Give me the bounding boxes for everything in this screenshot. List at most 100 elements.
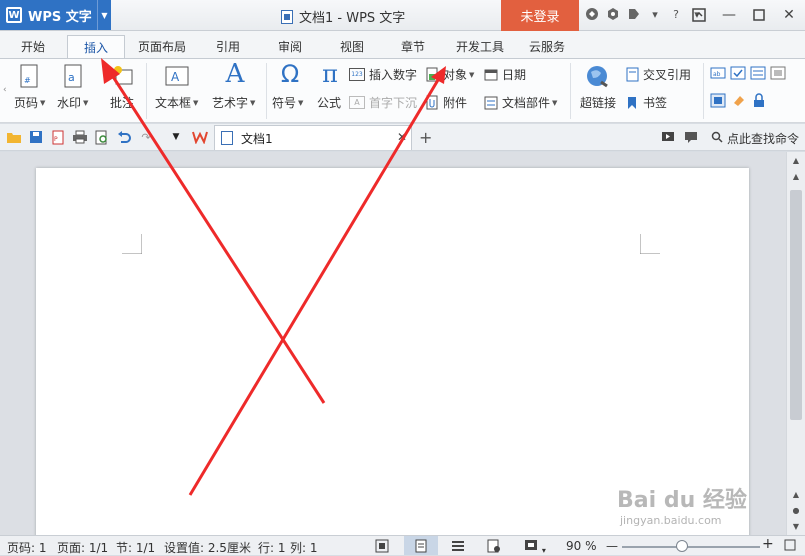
- date-button[interactable]: 日期: [483, 66, 526, 83]
- chevron-down-icon[interactable]: ▼: [168, 129, 184, 145]
- scroll-up-icon[interactable]: ▲: [790, 170, 802, 182]
- wps-home-icon[interactable]: [192, 129, 208, 145]
- symbol-label: 符号: [272, 96, 297, 110]
- comment-icon-wrap[interactable]: [110, 64, 136, 90]
- save-icon[interactable]: [28, 129, 44, 145]
- status-page-num[interactable]: 页码: 1: [7, 539, 47, 556]
- select-browse-object-icon[interactable]: ●: [790, 504, 802, 516]
- previous-page-icon[interactable]: ▲: [790, 488, 802, 500]
- text-box-button[interactable]: 文本框 ▼: [155, 94, 198, 111]
- feedback-icon[interactable]: [683, 129, 699, 145]
- cross-ref-button[interactable]: 交叉引用: [625, 66, 691, 83]
- bookmark-button[interactable]: 书签: [625, 94, 667, 111]
- text-box-icon-wrap[interactable]: A: [164, 64, 190, 90]
- insert-number-button[interactable]: 123 插入数字: [349, 66, 417, 83]
- page-number-icon-wrap[interactable]: #: [16, 64, 42, 90]
- hyperlink-button[interactable]: 超链接: [580, 94, 616, 111]
- formula-icon-wrap[interactable]: π: [317, 60, 343, 88]
- list-field-icon[interactable]: [750, 66, 766, 83]
- next-page-icon[interactable]: ▼: [790, 520, 802, 532]
- page-number-button[interactable]: 页码 ▼: [14, 94, 45, 111]
- export-pdf-icon[interactable]: P: [50, 129, 66, 145]
- art-text-icon-wrap[interactable]: A: [222, 59, 248, 89]
- checkbox-field-icon[interactable]: [730, 66, 746, 83]
- tab-review[interactable]: 审阅: [268, 35, 312, 58]
- restore-ribbon-icon[interactable]: [684, 0, 714, 30]
- tab-developer[interactable]: 开发工具: [450, 35, 510, 58]
- tab-section[interactable]: 章节: [391, 35, 435, 58]
- scroll-thumb[interactable]: [790, 190, 802, 420]
- redo-icon[interactable]: ↷: [138, 129, 154, 145]
- eraser-icon[interactable]: [731, 93, 747, 111]
- symbol-icon-wrap[interactable]: Ω: [277, 60, 303, 88]
- comment-button[interactable]: 批注: [110, 94, 134, 111]
- symbol-button[interactable]: 符号 ▼: [272, 94, 303, 111]
- print-icon[interactable]: [72, 129, 88, 145]
- maximize-icon[interactable]: [744, 0, 774, 30]
- close-icon[interactable]: ✕: [397, 130, 407, 144]
- lock-icon[interactable]: [752, 93, 766, 111]
- full-screen-icon[interactable]: [375, 539, 389, 556]
- settings-icon[interactable]: [606, 6, 620, 22]
- chevron-down-icon[interactable]: ▾: [648, 6, 662, 22]
- help-icon[interactable]: ?: [669, 6, 683, 22]
- open-folder-icon[interactable]: [6, 129, 22, 145]
- zoom-in-icon[interactable]: +: [762, 536, 774, 552]
- image-field-icon[interactable]: [770, 66, 786, 83]
- find-command[interactable]: 点此查找命令: [711, 130, 799, 147]
- hyperlink-icon-wrap[interactable]: [585, 64, 611, 90]
- tab-view[interactable]: 视图: [330, 35, 374, 58]
- object-button[interactable]: 对象 ▼: [425, 66, 474, 83]
- formula-button[interactable]: 公式: [317, 94, 341, 111]
- status-page[interactable]: 页面: 1/1: [57, 539, 108, 556]
- wps-menu-button[interactable]: W WPS 文字 ▼: [0, 0, 111, 30]
- separator: [570, 63, 571, 119]
- tab-cloud[interactable]: 云服务: [523, 35, 571, 58]
- login-button[interactable]: 未登录: [501, 0, 579, 31]
- minimize-icon[interactable]: —: [714, 0, 744, 30]
- web-view-icon[interactable]: [487, 539, 501, 556]
- tab-page-layout[interactable]: 页面布局: [132, 35, 192, 58]
- document-icon: [281, 9, 293, 24]
- text-box-icon: A: [164, 64, 190, 90]
- watermark-icon-wrap[interactable]: a: [60, 64, 86, 90]
- zoom-slider[interactable]: [622, 546, 760, 548]
- present-icon[interactable]: [660, 129, 676, 145]
- document-tab[interactable]: 文档1 ✕: [214, 125, 412, 150]
- doc-parts-button[interactable]: 文档部件 ▼: [483, 94, 557, 111]
- eye-protection-icon[interactable]: ▾: [524, 539, 546, 556]
- form-controls-row-1: ab: [710, 66, 786, 83]
- vertical-scrollbar[interactable]: ▲ ▲ ▲ ● ▼: [786, 152, 805, 535]
- chevron-down-icon[interactable]: ▼: [97, 0, 111, 30]
- zoom-out-icon[interactable]: —: [606, 539, 618, 553]
- chevron-down-icon: ▾: [541, 546, 546, 555]
- skin-icon[interactable]: [585, 6, 599, 22]
- scroll-left-icon[interactable]: ‹: [3, 85, 7, 95]
- close-icon[interactable]: ✕: [774, 0, 804, 30]
- zoom-slider-handle[interactable]: [676, 540, 688, 552]
- object-icon: [425, 67, 439, 82]
- outline-view-icon[interactable]: [451, 539, 465, 556]
- status-row: 行: 1: [258, 541, 286, 555]
- page-view-icon[interactable]: [404, 536, 438, 555]
- tab-insert[interactable]: 插入: [67, 35, 125, 58]
- print-preview-icon[interactable]: [94, 129, 110, 145]
- text-field-icon[interactable]: ab: [710, 66, 726, 83]
- status-section[interactable]: 节: 1/1: [116, 539, 155, 556]
- status-setting[interactable]: 设置值: 2.5厘米: [164, 539, 251, 556]
- share-icon[interactable]: [627, 6, 641, 22]
- tab-references[interactable]: 引用: [206, 35, 250, 58]
- scroll-top-icon[interactable]: ▲: [790, 154, 802, 166]
- fit-window-icon[interactable]: [784, 539, 796, 554]
- watermark-button[interactable]: 水印 ▼: [57, 94, 88, 111]
- svg-text:ab: ab: [713, 71, 721, 78]
- undo-icon[interactable]: [116, 129, 132, 145]
- doc-parts-label: 文档部件: [502, 96, 551, 110]
- art-text-button[interactable]: 艺术字 ▼: [212, 94, 255, 111]
- shading-icon[interactable]: [710, 93, 726, 111]
- drop-cap-button[interactable]: A 首字下沉: [349, 94, 417, 111]
- new-tab-icon[interactable]: +: [419, 128, 432, 147]
- attachment-button[interactable]: 附件: [425, 94, 467, 111]
- zoom-level[interactable]: 90 %: [566, 539, 597, 553]
- tab-home[interactable]: 开始: [10, 35, 56, 58]
